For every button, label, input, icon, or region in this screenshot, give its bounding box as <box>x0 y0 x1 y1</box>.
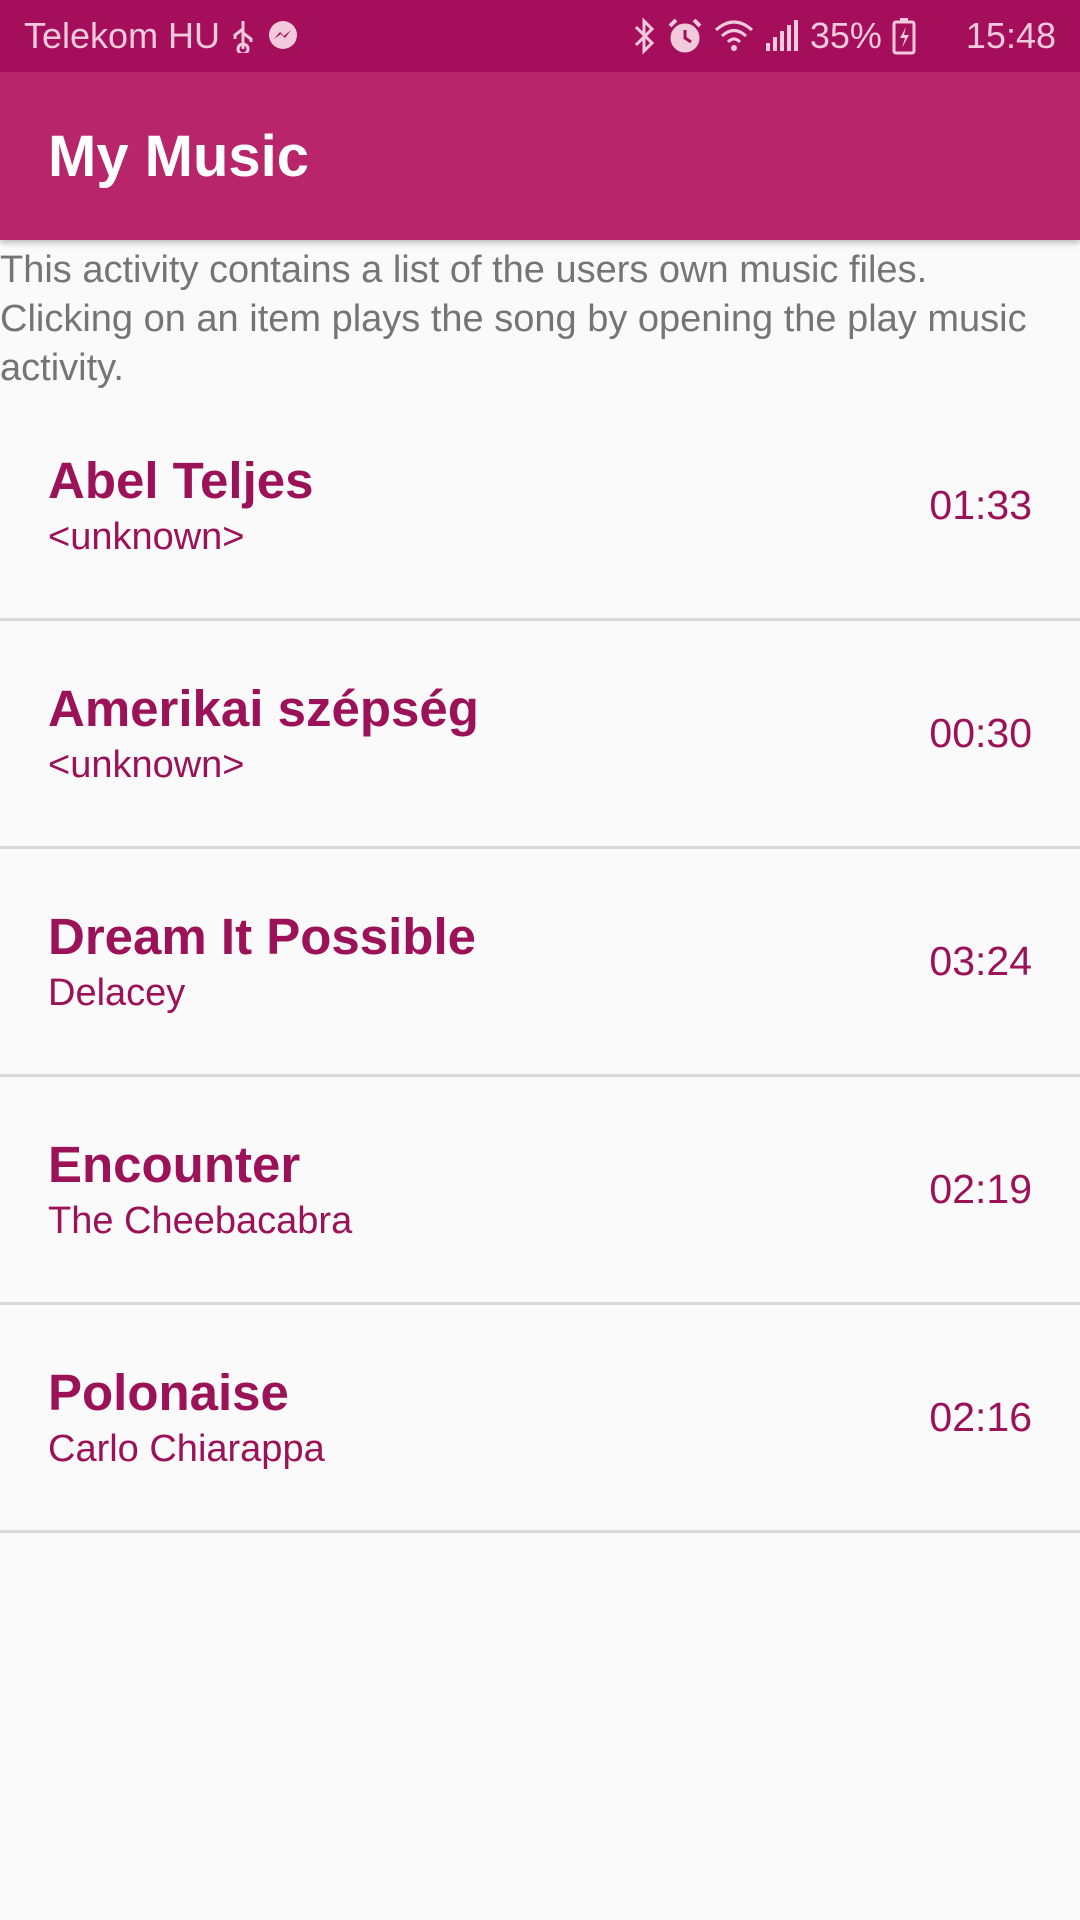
song-artist: <unknown> <box>48 743 245 786</box>
wifi-icon <box>714 18 754 54</box>
status-time: 15:48 <box>965 15 1056 56</box>
song-title: Dream It Possible <box>48 907 476 965</box>
song-duration: 02:16 <box>929 1394 1032 1440</box>
battery-percent: 35% <box>809 15 882 56</box>
song-artist: Carlo Chiarappa <box>48 1427 325 1470</box>
song-list-item[interactable]: Amerikai szépség <unknown> 00:30 <box>0 621 1080 849</box>
signal-icon <box>764 19 800 53</box>
messenger-icon <box>266 19 300 53</box>
song-list: Abel Teljes <unknown> 01:33 Amerikai szé… <box>0 393 1080 1533</box>
bluetooth-icon <box>632 17 656 55</box>
song-duration: 02:19 <box>929 1166 1032 1212</box>
song-title: Encounter <box>48 1135 301 1193</box>
alarm-icon <box>666 17 704 55</box>
song-artist: Delacey <box>48 971 186 1014</box>
battery-charging-icon <box>892 17 916 55</box>
song-title: Amerikai szépség <box>48 679 479 737</box>
status-bar: Telekom HU 35% 15:48 <box>0 0 1080 72</box>
song-info: Amerikai szépség <unknown> <box>48 679 929 789</box>
activity-description: This activity contains a list of the use… <box>0 249 1027 389</box>
song-duration: 01:33 <box>929 482 1032 528</box>
song-list-item[interactable]: Encounter The Cheebacabra 02:19 <box>0 1077 1080 1305</box>
app-bar: My Music <box>0 72 1080 240</box>
song-duration: 00:30 <box>929 710 1032 756</box>
song-info: Polonaise Carlo Chiarappa <box>48 1363 929 1473</box>
song-info: Abel Teljes <unknown> <box>48 451 929 561</box>
status-right: 35% 15:48 <box>632 15 1056 57</box>
song-list-item[interactable]: Dream It Possible Delacey 03:24 <box>0 849 1080 1077</box>
song-artist: <unknown> <box>48 515 245 558</box>
song-list-item[interactable]: Abel Teljes <unknown> 01:33 <box>0 393 1080 621</box>
status-left: Telekom HU <box>24 15 632 57</box>
song-info: Encounter The Cheebacabra <box>48 1135 929 1245</box>
carrier-label: Telekom HU <box>24 15 221 56</box>
song-title: Polonaise <box>48 1363 289 1421</box>
song-title: Abel Teljes <box>48 451 314 509</box>
usb-icon <box>230 19 256 53</box>
song-duration: 03:24 <box>929 938 1032 984</box>
song-artist: The Cheebacabra <box>48 1199 353 1242</box>
page-title: My Music <box>48 123 310 189</box>
song-info: Dream It Possible Delacey <box>48 907 929 1017</box>
song-list-item[interactable]: Polonaise Carlo Chiarappa 02:16 <box>0 1305 1080 1533</box>
